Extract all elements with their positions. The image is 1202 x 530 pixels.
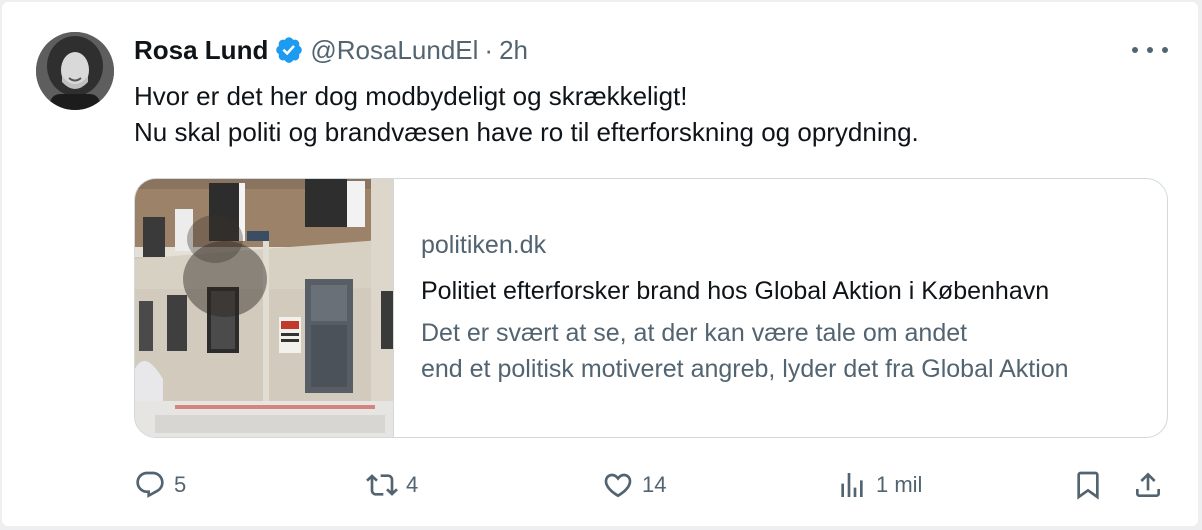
avatar[interactable] <box>36 32 114 110</box>
tweet-text-line: Hvor er det her dog modbydeligt og skræk… <box>134 81 688 111</box>
like-button[interactable]: 14 <box>602 464 666 506</box>
link-card[interactable]: politiken.dk Politiet efterforsker brand… <box>134 178 1168 438</box>
author-handle[interactable]: @RosaLundEl <box>310 35 478 66</box>
card-domain: politiken.dk <box>421 231 547 259</box>
verified-badge-icon[interactable] <box>274 35 304 65</box>
share-icon <box>1136 472 1160 497</box>
building-photo-icon <box>135 179 393 437</box>
timestamp[interactable]: 2h <box>499 35 528 66</box>
action-bar: 5 4 14 1 mil <box>134 464 1174 506</box>
like-count: 14 <box>642 472 667 497</box>
tweet-text: Hvor er det her dog modbydeligt og skræk… <box>134 78 1154 150</box>
tweet[interactable]: Rosa Lund @RosaLundEl · 2h Hvor er det h… <box>2 2 1198 526</box>
repost-count: 4 <box>406 472 419 497</box>
card-description: Det er svært at se, at der kan være tale… <box>421 315 1141 387</box>
views-button[interactable]: 1 mil <box>836 464 922 506</box>
share-button[interactable] <box>1132 464 1164 506</box>
card-image[interactable] <box>135 179 394 437</box>
separator-dot: · <box>484 34 494 65</box>
reply-icon <box>136 471 164 498</box>
card-description-line: end et politisk motiveret angreb, lyder … <box>421 355 1069 383</box>
repost-icon <box>366 474 398 496</box>
bookmark-icon <box>1077 471 1099 500</box>
views-count: 1 mil <box>876 472 923 497</box>
card-body[interactable]: politiken.dk Politiet efterforsker brand… <box>421 227 1141 387</box>
analytics-icon <box>841 473 863 497</box>
card-title: Politiet efterforsker brand hos Global A… <box>421 277 1050 305</box>
more-icon[interactable] <box>1132 38 1168 62</box>
tweet-header: Rosa Lund @RosaLundEl · 2h <box>134 32 528 68</box>
bookmark-button[interactable] <box>1072 464 1104 506</box>
reply-count: 5 <box>174 472 187 497</box>
reply-button[interactable]: 5 <box>134 464 186 506</box>
repost-button[interactable]: 4 <box>366 464 418 506</box>
card-description-line: Det er svært at se, at der kan være tale… <box>421 319 968 347</box>
tweet-text-line: Nu skal politi og brandvæsen have ro til… <box>134 117 919 147</box>
author-name[interactable]: Rosa Lund <box>134 35 268 66</box>
heart-icon <box>604 473 632 498</box>
